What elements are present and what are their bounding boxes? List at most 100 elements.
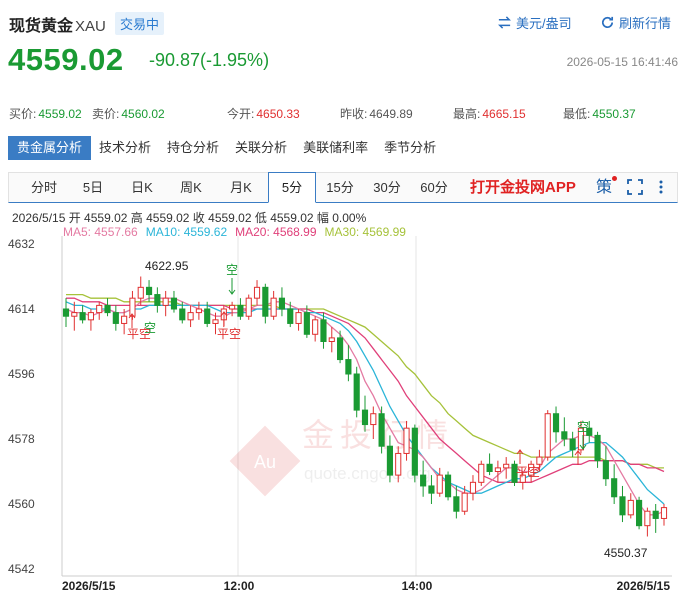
candle-body[interactable] <box>444 474 452 498</box>
candle-body[interactable] <box>594 434 601 462</box>
candle-body[interactable] <box>561 431 568 440</box>
period-tab-8[interactable]: 60分 <box>414 173 454 202</box>
candle-body[interactable] <box>253 286 261 299</box>
candle-body[interactable] <box>121 315 128 324</box>
analysis-tab-4[interactable]: 美联储利率 <box>295 136 376 160</box>
candle-body[interactable] <box>411 427 418 476</box>
period-tab-6[interactable]: 15分 <box>320 173 360 202</box>
period-tab-1[interactable]: 5日 <box>73 173 113 202</box>
period-tab-5[interactable]: 5分 <box>268 172 316 203</box>
signal-arrow <box>228 278 236 295</box>
candle-body[interactable] <box>353 373 360 411</box>
instrument-title: 现货黄金 XAU <box>9 18 106 35</box>
period-tab-0[interactable]: 分时 <box>24 173 64 202</box>
candle-body[interactable] <box>129 297 136 317</box>
open-app-link[interactable]: 打开金投网APP <box>470 173 576 202</box>
status-badge: 交易中 <box>115 12 165 35</box>
candle-body[interactable] <box>544 413 551 458</box>
candlestick-chart[interactable]: 4632 4614 4596 4578 4560 4542 2026/5/15 12:00 14… <box>0 236 685 594</box>
candle-body[interactable] <box>79 312 86 321</box>
candle-body[interactable] <box>262 286 269 317</box>
candle-body[interactable] <box>71 312 78 317</box>
candle-body[interactable] <box>154 294 161 306</box>
candle-body[interactable] <box>627 499 634 516</box>
y-tick-label: 4632 <box>8 237 35 251</box>
candle-body[interactable] <box>278 297 286 310</box>
candle-body[interactable] <box>212 319 219 324</box>
candle-body[interactable] <box>469 481 477 494</box>
candle-body[interactable] <box>337 337 344 361</box>
candle-body[interactable] <box>395 452 402 476</box>
y-tick-label: 4560 <box>8 497 35 511</box>
candle-body[interactable] <box>195 308 202 314</box>
candle-body[interactable] <box>602 460 609 480</box>
candle-body[interactable] <box>303 312 310 335</box>
period-tab-4[interactable]: 月K <box>219 173 263 202</box>
candle-body[interactable] <box>652 510 659 519</box>
candle-body[interactable] <box>112 312 119 324</box>
candle-body[interactable] <box>179 308 186 321</box>
candle-body[interactable] <box>420 474 427 487</box>
analysis-tab-1[interactable]: 技术分析 <box>91 136 159 160</box>
candle-body[interactable] <box>287 308 294 324</box>
candle-body[interactable] <box>403 427 410 454</box>
candle-body[interactable] <box>644 510 651 527</box>
candle-body[interactable] <box>62 308 70 317</box>
candle-body[interactable] <box>162 297 169 306</box>
candle-body[interactable] <box>436 474 443 494</box>
candle-body[interactable] <box>536 456 543 465</box>
candle-body[interactable] <box>170 297 178 310</box>
candle-body[interactable] <box>494 467 501 472</box>
candle-body[interactable] <box>237 304 244 317</box>
candle-body[interactable] <box>204 308 211 324</box>
quote-stat-value: 4650.33 <box>256 107 300 121</box>
candle-body[interactable] <box>137 286 144 299</box>
analysis-tab-5[interactable]: 季节分析 <box>376 136 444 160</box>
more-menu-icon[interactable] <box>652 179 670 197</box>
candle-body[interactable] <box>619 496 626 516</box>
analysis-tab-3[interactable]: 关联分析 <box>227 136 295 160</box>
candle-body[interactable] <box>96 304 103 314</box>
candle-body[interactable] <box>345 359 352 375</box>
candle-body[interactable] <box>636 499 643 527</box>
candle-body[interactable] <box>320 319 327 343</box>
period-tab-3[interactable]: 周K <box>169 173 213 202</box>
candle-body[interactable] <box>229 304 236 310</box>
analysis-tab-0[interactable]: 贵金属分析 <box>8 136 92 160</box>
candle-body[interactable] <box>428 485 435 494</box>
candle-body[interactable] <box>486 463 493 472</box>
candle-body[interactable] <box>295 312 302 324</box>
candle-body[interactable] <box>245 297 252 317</box>
candle-body[interactable] <box>270 297 277 317</box>
quote-stat-label: 最低: <box>563 107 591 121</box>
candle-body[interactable] <box>328 337 335 342</box>
period-tab-7[interactable]: 30分 <box>367 173 407 202</box>
refresh-button[interactable]: 刷新行情 <box>600 13 671 32</box>
quote-stat-value: 4550.37 <box>592 107 636 121</box>
candle-body[interactable] <box>87 312 94 321</box>
fullscreen-icon[interactable] <box>626 179 644 197</box>
candle-body[interactable] <box>104 304 111 314</box>
candle-body[interactable] <box>478 463 485 483</box>
quote-stat-label: 最高: <box>453 107 481 121</box>
candle-body[interactable] <box>503 463 510 469</box>
candle-body[interactable] <box>569 438 576 451</box>
candle-body[interactable] <box>453 496 460 512</box>
period-tab-2[interactable]: 日K <box>122 173 162 202</box>
candle-body[interactable] <box>552 413 560 433</box>
candle-body[interactable] <box>312 319 319 335</box>
candle-body[interactable] <box>370 413 377 426</box>
candle-body[interactable] <box>145 286 153 296</box>
currency-toggle-button[interactable]: 美元/盎司 <box>497 13 572 32</box>
candle-body[interactable] <box>378 413 385 447</box>
signal-arrow <box>574 450 582 465</box>
candle-body[interactable] <box>361 409 369 426</box>
strategy-icon[interactable]: 策 <box>595 179 613 197</box>
candle-body[interactable] <box>660 507 668 519</box>
candle-body[interactable] <box>611 478 618 498</box>
instrument-symbol: XAU <box>75 18 106 35</box>
analysis-tab-2[interactable]: 持仓分析 <box>159 136 227 160</box>
candle-body[interactable] <box>187 312 194 321</box>
candle-body[interactable] <box>461 492 468 512</box>
candle-body[interactable] <box>386 445 393 476</box>
